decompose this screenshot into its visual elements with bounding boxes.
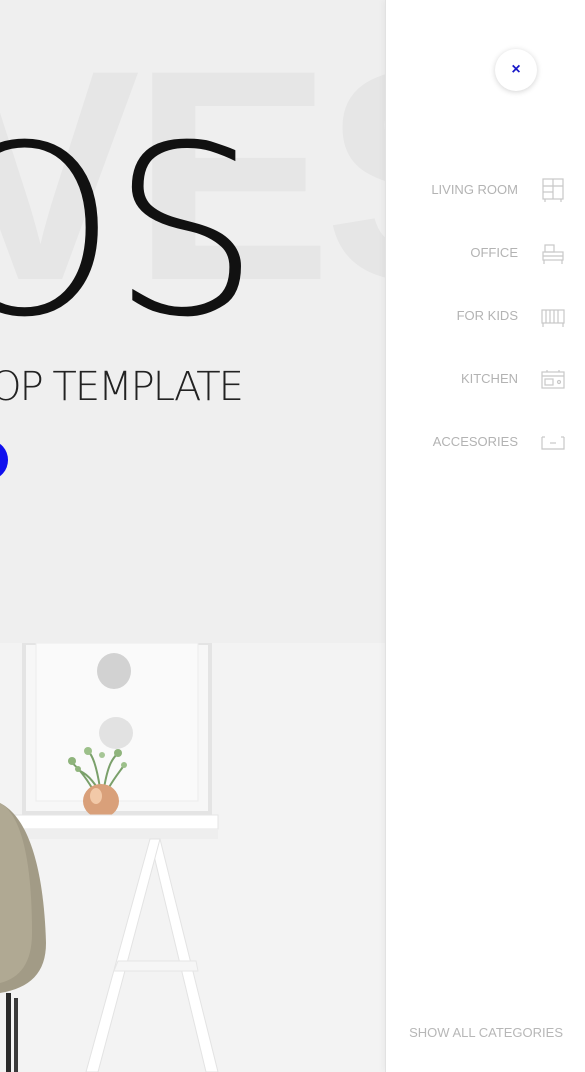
- category-item-office[interactable]: OFFICE: [386, 238, 585, 301]
- category-label: FOR KIDS: [456, 308, 518, 323]
- box-icon: [541, 436, 565, 450]
- category-menu-panel: × LIVING ROOM OFFICE FOR KIDS KITCHEN AC…: [385, 0, 585, 1072]
- oven-icon: [541, 370, 565, 389]
- show-all-categories-link[interactable]: SHOW ALL CATEGORIES: [409, 1025, 563, 1040]
- category-label: OFFICE: [470, 245, 518, 260]
- hero-subtitle: HOP TEMPLATE: [0, 364, 244, 410]
- close-icon: ×: [511, 61, 521, 78]
- hero-title: OS: [0, 96, 260, 369]
- hero-banner: VEST OS HOP TEMPLATE: [0, 0, 385, 643]
- category-item-accesories[interactable]: ACCESORIES: [386, 427, 585, 490]
- category-label: ACCESORIES: [432, 434, 518, 449]
- category-item-living-room[interactable]: LIVING ROOM: [386, 175, 585, 238]
- hero-action-button[interactable]: [0, 441, 8, 479]
- shelf-icon: [542, 178, 564, 202]
- crib-icon: [541, 309, 565, 327]
- hero-photo: [0, 643, 385, 1072]
- category-list: LIVING ROOM OFFICE FOR KIDS KITCHEN ACCE…: [386, 175, 585, 490]
- category-label: KITCHEN: [460, 371, 518, 386]
- category-label: LIVING ROOM: [431, 182, 518, 197]
- category-item-kitchen[interactable]: KITCHEN: [386, 364, 585, 427]
- close-button[interactable]: ×: [495, 49, 537, 91]
- hero-section: VEST OS HOP TEMPLATE: [0, 0, 385, 1072]
- desk-icon: [542, 244, 564, 264]
- category-item-for-kids[interactable]: FOR KIDS: [386, 301, 585, 364]
